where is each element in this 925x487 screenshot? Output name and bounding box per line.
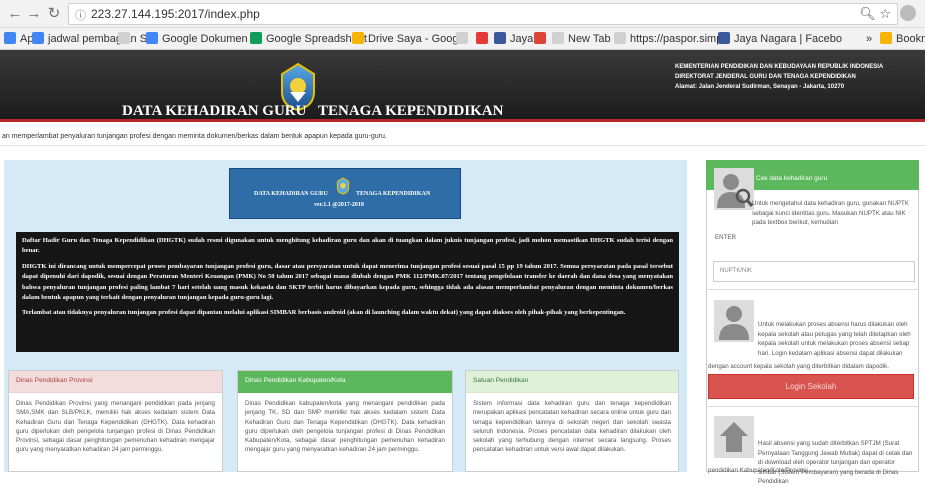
site-title-right: TENAGA KEPENDIDIKAN — [318, 103, 504, 119]
version-label: ver.1.1 @2017-2018 — [314, 202, 364, 208]
bookmark-item[interactable]: Jaya Nagara | Facebo — [718, 31, 842, 47]
zoom-icon[interactable]: 🔍︎ — [859, 6, 876, 21]
url-text: 223.27.144.195:2017/index.php — [91, 7, 260, 21]
browser-address-bar: ← → ↻ ⓘ 223.27.144.195:2017/index.php 🔍︎… — [0, 0, 925, 28]
card-satuan-pendidikan: Satuan Pendidikan Sistem informasi data … — [465, 370, 679, 472]
info-paragraph: Daftar Hadir Guru dan Tenaga Kependidika… — [22, 237, 673, 255]
bookmark-item[interactable]: https://paspor.simpk — [614, 31, 728, 47]
bookmark-item[interactable] — [476, 31, 492, 47]
login-school-button[interactable]: Login Sekolah — [708, 374, 914, 399]
sidebar-divider — [706, 289, 919, 290]
site-title-left: DATA KEHADIRAN GURU — [122, 103, 307, 119]
bookmark-favicon-icon — [494, 32, 506, 44]
sptjm-text: Hasil absensi yang sudah diterbitkan SPT… — [758, 440, 913, 485]
url-input[interactable]: ⓘ 223.27.144.195:2017/index.php 🔍︎ ☆ — [68, 3, 898, 25]
card-title: Dinas Pendidikan Provinsi — [9, 371, 222, 393]
info-icon[interactable]: ⓘ — [75, 7, 86, 23]
login-instructions: Untuk melakukan proses absensi harus dil… — [758, 321, 911, 357]
download-user-icon — [714, 416, 754, 458]
forward-arrow-icon[interactable]: → — [25, 5, 43, 23]
bookmark-item[interactable]: » — [866, 31, 872, 47]
bookmark-item[interactable]: Google Spreadsheet — [250, 31, 367, 47]
bookmark-item[interactable] — [534, 31, 550, 47]
sidebar-divider — [706, 406, 919, 407]
info-paragraph: Terlambat atau tidaknya penyaluran tunja… — [22, 309, 626, 317]
bookmark-favicon-icon — [456, 32, 468, 44]
bookmark-label: Jaya — [510, 33, 534, 45]
ministry-logo-small — [336, 177, 350, 195]
login-instructions-cont: dengan account kepala sekolah yang diter… — [708, 363, 889, 370]
bookmark-label: jadwal pembagian Sk — [48, 33, 153, 45]
reload-icon[interactable]: ↻ — [45, 5, 63, 23]
card-body: Sistem informasi data kehadiran guru dan… — [473, 400, 671, 454]
bookmark-favicon-icon — [4, 32, 16, 44]
bookmark-item[interactable]: Google Dokumen — [146, 31, 248, 47]
enter-label: ENTER — [715, 234, 736, 241]
bookmark-label: https://paspor.simpk — [630, 33, 728, 45]
ministry-line: KEMENTERIAN PENDIDIKAN DAN KEBUDAYAAN RE… — [675, 64, 884, 70]
bookmark-label: Jaya Nagara | Facebo — [734, 33, 843, 45]
version-title-left: DATA KEHADIRAN GURU — [254, 191, 328, 197]
star-icon[interactable]: ☆ — [879, 6, 891, 21]
version-title-right: TENAGA KEPENDIDIKAN — [356, 191, 431, 197]
bookmark-label: Bookmark lai — [896, 33, 925, 45]
bookmark-favicon-icon — [32, 32, 44, 44]
info-paragraph: DHGTK ini dirancang untuk mempercepat pr… — [22, 262, 673, 302]
back-arrow-icon[interactable]: ← — [6, 5, 24, 23]
bookmark-favicon-icon — [718, 32, 730, 44]
bookmark-item[interactable] — [118, 31, 134, 47]
bookmark-favicon-icon — [118, 32, 130, 44]
check-attendance-text: Untuk mengetahui data kehadiran guru, gu… — [752, 200, 909, 226]
bookmark-item[interactable]: Jaya — [494, 31, 533, 47]
bookmark-favicon-icon — [880, 32, 892, 44]
ministry-address: KEMENTERIAN PENDIDIKAN DAN KEBUDAYAAN RE… — [675, 62, 883, 92]
info-box: Daftar Hadir Guru dan Tenaga Kependidika… — [16, 232, 679, 352]
bookmark-item[interactable]: Bookmark lai — [880, 31, 925, 47]
version-box: DATA KEHADIRAN GURU TENAGA KEPENDIDIKAN … — [229, 168, 461, 219]
bookmark-favicon-icon — [476, 32, 488, 44]
ministry-line: Alamat: Jalan Jenderal Sudirman, Senayan… — [675, 84, 845, 90]
ministry-line: DIREKTORAT JENDERAL GURU DAN TENAGA KEPE… — [675, 74, 856, 80]
sptjm-text-cont: pendidikan Kabupaten/Kota/Provinsi — [708, 467, 808, 474]
nuptk-input[interactable]: NUPTK/NIK — [713, 261, 915, 282]
header-divider — [0, 145, 925, 146]
bookmark-favicon-icon — [250, 32, 262, 44]
bookmark-item[interactable]: New Tab — [552, 31, 611, 47]
bookmark-label: New Tab — [568, 33, 611, 45]
bookmark-item[interactable] — [456, 31, 472, 47]
card-body: Dinas Pendidikan kabupaten/kota yang men… — [245, 400, 445, 454]
card-dinas-kabupaten: Dinas Pendidikan Kabupaten/Kota Dinas Pe… — [237, 370, 453, 472]
bookmark-item[interactable]: Drive Saya - Google — [352, 31, 467, 47]
bookmark-favicon-icon — [146, 32, 158, 44]
check-attendance-title: Cek data kehadiran guru — [756, 175, 828, 182]
bookmark-label: Drive Saya - Google — [368, 33, 468, 45]
running-text: an memperlambat penyaluran tunjangan pro… — [2, 133, 387, 140]
card-title: Dinas Pendidikan Kabupaten/Kota — [238, 371, 452, 393]
bookmark-favicon-icon — [552, 32, 564, 44]
card-dinas-provinsi: Dinas Pendidikan Provinsi Dinas Pendidik… — [8, 370, 223, 472]
extension-icon[interactable] — [900, 5, 916, 21]
bookmark-label: Google Dokumen — [162, 33, 248, 45]
school-user-icon — [714, 300, 754, 342]
bookmark-label: » — [866, 33, 873, 45]
bookmarks-bar: Apl jadwal pembagian Sk Google Dokumen Goog… — [0, 28, 925, 50]
bookmark-favicon-icon — [534, 32, 546, 44]
bookmark-favicon-icon — [352, 32, 364, 44]
user-search-icon — [714, 168, 754, 210]
card-title: Satuan Pendidikan — [466, 371, 678, 393]
card-body: Dinas Pendidikan Provinsi yang menangani… — [16, 400, 215, 454]
bookmark-item[interactable]: jadwal pembagian Sk — [32, 31, 153, 47]
bookmark-favicon-icon — [614, 32, 626, 44]
